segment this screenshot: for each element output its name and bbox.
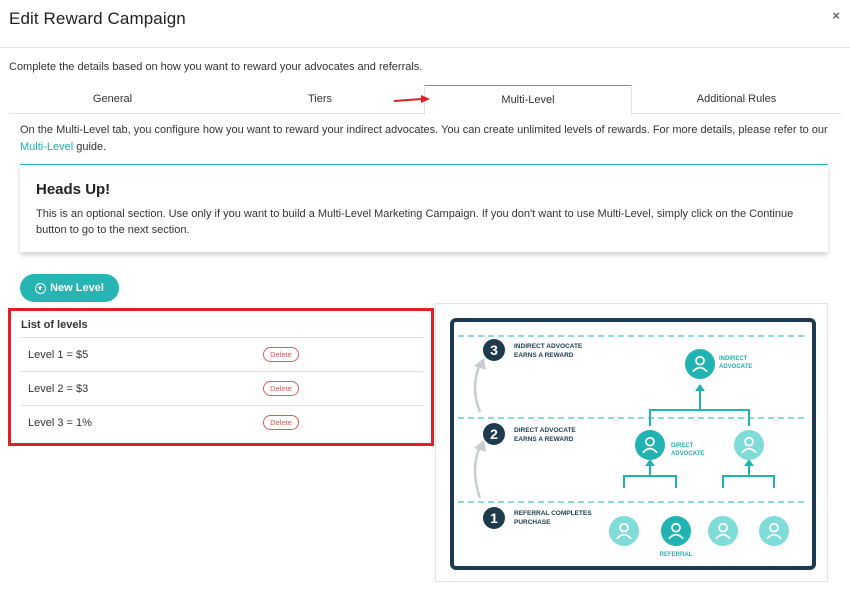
step-text: DIRECT ADVOCATE [514, 427, 576, 434]
node-label: ADVOCATE [671, 451, 704, 457]
multi-level-diagram: 3 INDIRECT ADVOCATE EARNS A REWARD 2 DIR… [450, 318, 816, 570]
level-label: Level 2 = $3 [28, 383, 89, 395]
tab-description-text: On the Multi-Level tab, you configure ho… [20, 124, 828, 136]
close-icon[interactable]: × [832, 8, 840, 23]
new-level-button[interactable]: New Level [20, 274, 119, 302]
node-label: INDIRECT [719, 356, 748, 362]
new-level-label: New Level [50, 282, 104, 294]
tab-additional-rules[interactable]: Additional Rules [632, 85, 841, 114]
node-label: ADVOCATE [719, 364, 752, 370]
referral-node-highlighted: REFERRAL [660, 516, 693, 558]
tab-description-suffix: guide. [73, 141, 107, 153]
delete-button[interactable]: Delete [263, 415, 299, 430]
multi-level-diagram-card: 3 INDIRECT ADVOCATE EARNS A REWARD 2 DIR… [435, 303, 828, 582]
intro-text: Complete the details based on how you wa… [9, 61, 423, 73]
tab-multi-level[interactable]: Multi-Level [424, 85, 632, 115]
delete-button[interactable]: Delete [263, 381, 299, 396]
step-number: 1 [490, 510, 498, 526]
multi-level-guide-link[interactable]: Multi-Level [20, 141, 73, 153]
heads-up-text: This is an optional section. Use only if… [36, 208, 794, 236]
step-number: 3 [490, 342, 498, 358]
referral-node [609, 516, 639, 546]
referral-node [759, 516, 789, 546]
heads-up-title: Heads Up! [36, 181, 111, 198]
tab-general[interactable]: General [9, 85, 216, 114]
levels-list: List of levels Level 1 = $5 Delete Level… [8, 308, 434, 446]
red-arrow-icon [393, 95, 430, 103]
node-label: DIRECT [671, 443, 694, 449]
step-text: EARNS A REWARD [514, 436, 574, 443]
referral-node [708, 516, 738, 546]
step-text: EARNS A REWARD [514, 352, 574, 359]
plus-circle-icon [35, 282, 47, 294]
tab-description: On the Multi-Level tab, you configure ho… [20, 122, 830, 156]
step-text: REFERRAL COMPLETES [514, 510, 592, 517]
heads-up-panel: Heads Up! This is an optional section. U… [20, 164, 828, 252]
modal-title: Edit Reward Campaign [9, 9, 186, 28]
node-label: REFERRAL [660, 552, 693, 558]
level-label: Level 1 = $5 [28, 349, 89, 361]
delete-button[interactable]: Delete [263, 347, 299, 362]
step-number: 2 [490, 426, 498, 442]
level-row: Level 3 = 1% Delete [21, 405, 423, 439]
step-text: INDIRECT ADVOCATE [514, 343, 583, 350]
level-label: Level 3 = 1% [28, 417, 92, 429]
modal-header: Edit Reward Campaign × [0, 0, 850, 48]
level-row: Level 1 = $5 Delete [21, 337, 423, 371]
advocate-node [734, 430, 764, 460]
level-row: Level 2 = $3 Delete [21, 371, 423, 405]
step-text: PURCHASE [514, 519, 551, 526]
levels-title: List of levels [21, 319, 88, 331]
